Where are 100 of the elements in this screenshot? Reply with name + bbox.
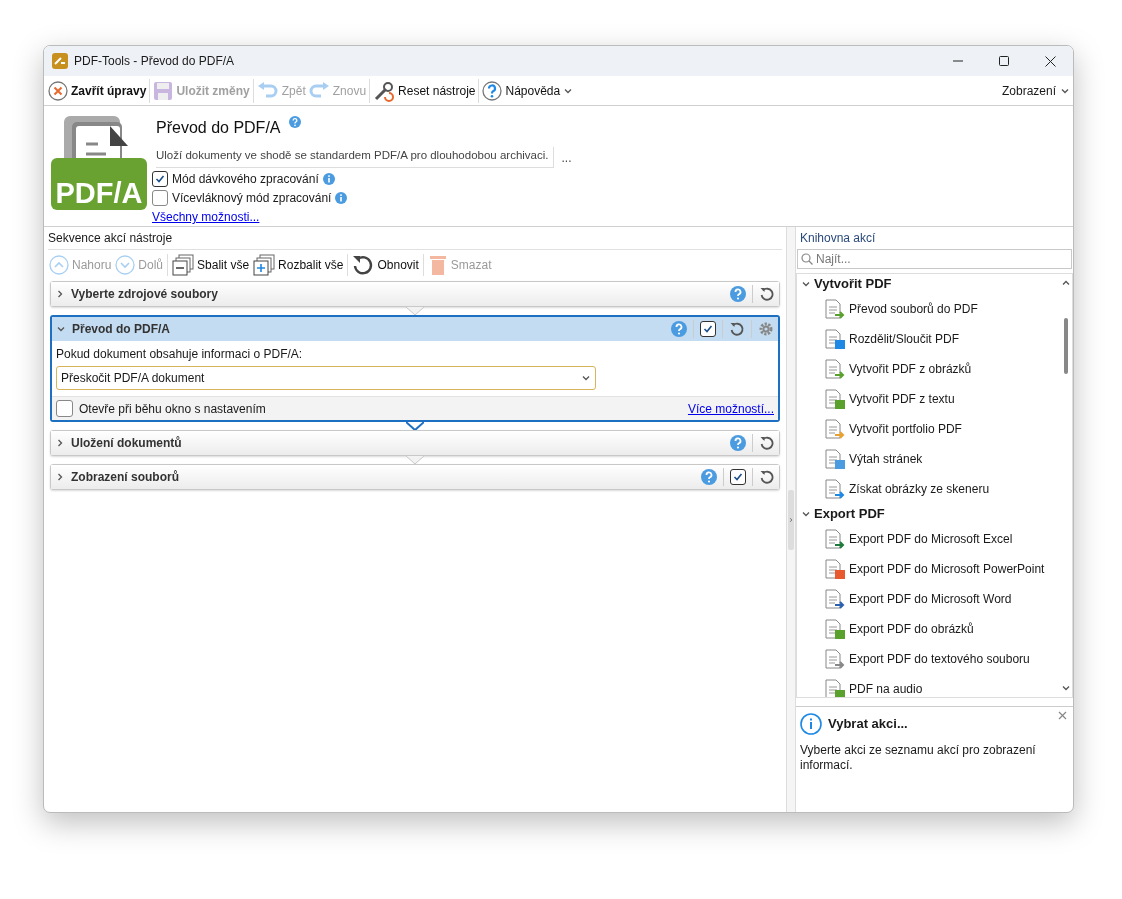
help-icon[interactable] (730, 286, 746, 302)
more-button[interactable]: ... (561, 148, 572, 167)
checkbox[interactable] (152, 171, 168, 188)
group-header[interactable]: Export PDF (801, 504, 1060, 524)
library-item[interactable]: Výtah stránek (801, 444, 1060, 474)
sequence-toolbar-button[interactable]: Obnovit (351, 253, 420, 276)
checkbox-label: Vícevláknový mód zpracování (172, 190, 332, 208)
refresh-icon (352, 253, 375, 276)
step-header[interactable]: Uložení dokumentů (51, 431, 779, 455)
document-icon (823, 557, 847, 581)
document-icon (823, 447, 847, 471)
checkmark-icon (733, 472, 743, 482)
field-label: Pokud dokument obsahuje informaci o PDF/A: (56, 346, 304, 363)
checkbox[interactable] (700, 321, 716, 337)
help-icon[interactable] (701, 469, 717, 485)
library-item[interactable]: Vytvořit portfolio PDF (801, 414, 1060, 444)
library-item[interactable]: Export PDF do Microsoft PowerPoint (801, 554, 1060, 584)
library-item[interactable]: PDF na audio (801, 674, 1060, 697)
library-item[interactable]: Převod souborů do PDF (801, 294, 1060, 324)
library-item[interactable]: Export PDF do textového souboru (801, 644, 1060, 674)
window-title: PDF-Tools - Převod do PDF/A (74, 53, 236, 70)
help-icon[interactable] (730, 435, 746, 451)
toolbar-button[interactable]: Reset nástroje (372, 77, 477, 104)
tool-description: Uloží dokumenty ve shodě se standardem PDF/A pro dlouhodobou archivaci. (156, 147, 554, 169)
reset-icon[interactable] (759, 435, 775, 451)
library-item[interactable]: Export PDF do Microsoft Word (801, 584, 1060, 614)
document-icon (823, 647, 847, 671)
chevron-icon (55, 472, 65, 482)
checkmark-icon (703, 324, 713, 334)
step-title: Převod do PDF/A (72, 321, 171, 338)
logo-text: PDF/A (55, 179, 143, 208)
info-text: Vyberte akci ze seznamu akcí pro zobrazení informací. (800, 743, 1037, 773)
gear-icon[interactable] (758, 321, 774, 337)
chevron-icon (56, 324, 66, 334)
search-field[interactable]: Najít... (797, 249, 1072, 269)
close-icon (48, 80, 68, 101)
more-options-link[interactable]: Více možností... (687, 399, 774, 418)
step-title: Vyberte zdrojové soubory (71, 286, 219, 303)
help-icon[interactable] (288, 116, 301, 128)
info-icon (800, 713, 822, 735)
sequence-toolbar-button[interactable]: Rozbalit vše (252, 253, 345, 276)
chevron-icon (55, 289, 65, 299)
document-icon (823, 297, 847, 321)
help-icon[interactable] (671, 321, 687, 337)
checkbox[interactable] (730, 469, 746, 485)
checkbox-label: Mód dávkového zpracování (172, 171, 319, 189)
library-item[interactable]: Export PDF do obrázků (801, 614, 1060, 644)
group-header[interactable]: Vytvořit PDF (801, 274, 1060, 294)
library-item[interactable]: Rozdělit/Sloučit PDF (801, 324, 1060, 354)
reset-icon[interactable] (759, 469, 775, 485)
checkbox[interactable] (152, 190, 168, 207)
view-menu-button[interactable]: Zobrazení (1001, 81, 1070, 100)
close-icon (1044, 55, 1056, 67)
document-icon (823, 387, 847, 411)
reset-icon[interactable] (729, 321, 745, 337)
chevron-icon (581, 373, 591, 383)
trash-can-icon (427, 253, 448, 276)
toolbar-button[interactable]: Nápověda (481, 77, 575, 104)
close-icon (1058, 711, 1067, 720)
checkbox-label: Otevře při běhu okno s nastavením (79, 400, 267, 418)
scroll-down-icon (1061, 683, 1071, 693)
info-icon[interactable] (322, 173, 335, 186)
checkmark-icon (155, 174, 165, 185)
step-title: Zobrazení souborů (71, 469, 180, 486)
scroll-up-icon (1061, 278, 1071, 288)
document-icon (823, 477, 847, 501)
library-item[interactable]: Export PDF do Microsoft Excel (801, 524, 1060, 554)
info-icon[interactable] (335, 192, 348, 205)
library-item[interactable]: Vytvořit PDF z textu (801, 384, 1060, 414)
chevron-icon (55, 438, 65, 448)
expand-all-icon (253, 253, 276, 276)
search-input[interactable]: Najít... (816, 250, 1068, 268)
step-header[interactable]: Zobrazení souborů (51, 465, 779, 489)
checkbox[interactable] (56, 400, 73, 417)
reset-icon[interactable] (759, 286, 775, 302)
dropdown[interactable]: Přeskočit PDF/A dokument (56, 366, 596, 390)
document-icon (823, 327, 847, 351)
help-icon (482, 80, 503, 101)
all-options-link[interactable]: Všechny možnosti... (152, 208, 260, 227)
panel-title: Sekvence akcí nástroje (48, 230, 174, 247)
step-title: Uložení dokumentů (71, 435, 183, 452)
minimize-icon (953, 60, 963, 62)
document-icon (823, 527, 847, 551)
sequence-toolbar-button[interactable]: Sbalit vše (171, 253, 251, 276)
close-button[interactable] (1058, 711, 1067, 720)
undo-arrow-icon (256, 81, 279, 100)
collapse-all-icon (172, 253, 195, 276)
panel-title: Knihovna akcí (799, 230, 877, 247)
step-header[interactable]: Vyberte zdrojové soubory (51, 282, 779, 306)
step-header[interactable]: Převod do PDF/A (52, 317, 778, 341)
redo-arrow-icon (307, 81, 330, 100)
document-icon (823, 617, 847, 641)
tool-title: Převod do PDF/A (156, 118, 281, 138)
document-icon (823, 587, 847, 611)
library-item[interactable]: Vytvořit PDF z obrázků (801, 354, 1060, 384)
search-icon (801, 253, 813, 265)
toolbar-button[interactable]: Zavřít úpravy (47, 77, 148, 104)
library-item[interactable]: Získat obrázky ze skeneru (801, 474, 1060, 504)
maximize-icon (999, 56, 1009, 66)
info-title: Vybrat akci... (828, 715, 908, 734)
